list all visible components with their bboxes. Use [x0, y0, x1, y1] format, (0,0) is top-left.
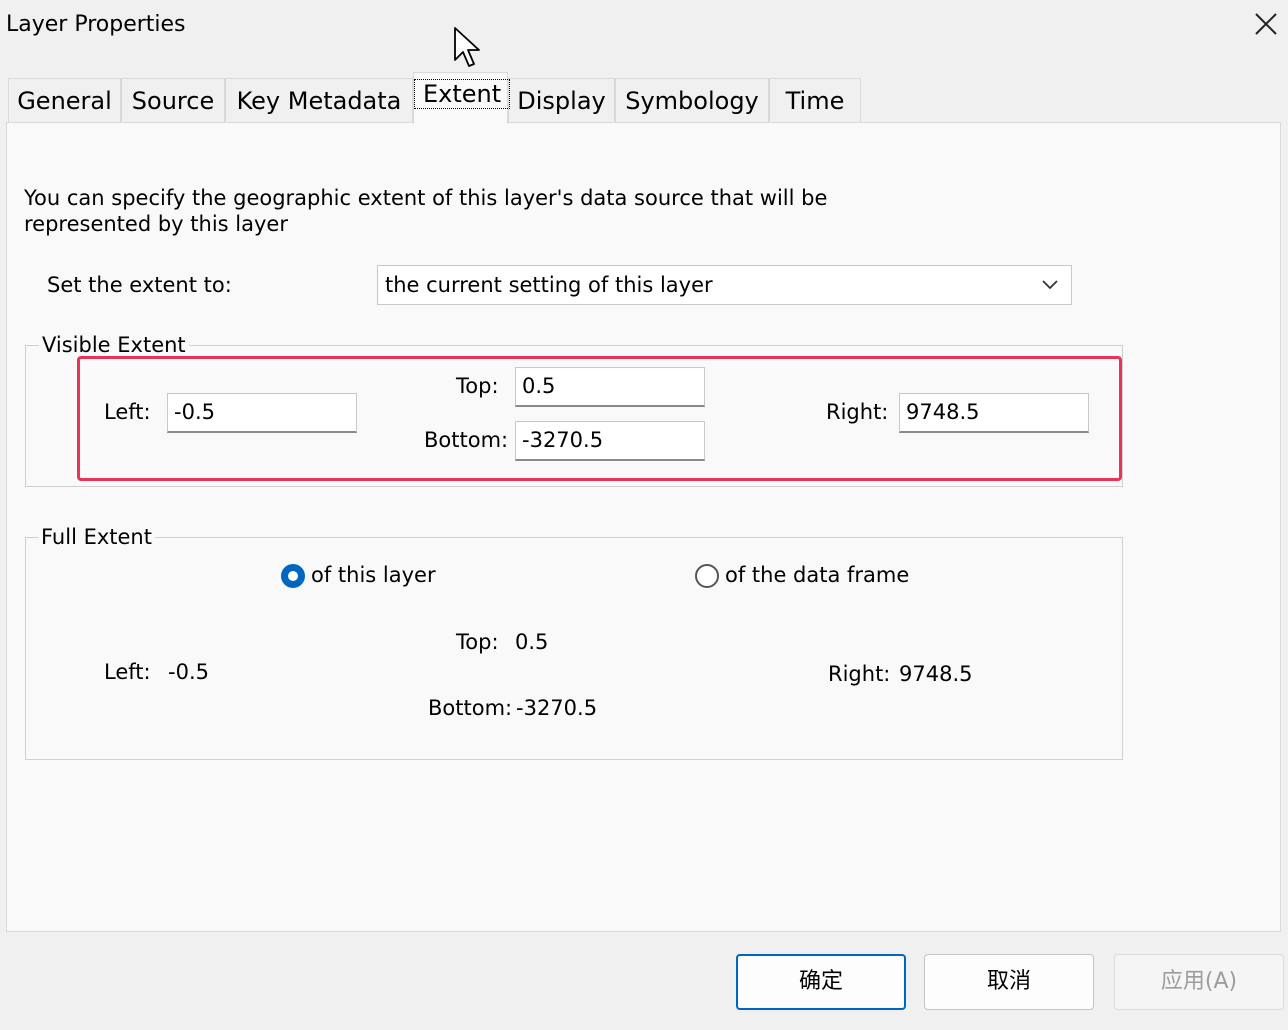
- tab-display[interactable]: Display: [508, 78, 615, 122]
- radio-of-data-frame[interactable]: [695, 564, 719, 588]
- set-extent-value: the current setting of this layer: [385, 273, 713, 297]
- tab-source[interactable]: Source: [121, 78, 225, 122]
- tab-symbology[interactable]: Symbology: [615, 78, 769, 122]
- close-button[interactable]: [1250, 8, 1282, 40]
- dialog-title: Layer Properties: [6, 12, 186, 37]
- close-icon: [1255, 13, 1277, 35]
- visible-bottom-label: Bottom:: [424, 428, 509, 452]
- full-bottom-value: -3270.5: [516, 696, 598, 720]
- visible-top-input[interactable]: 0.5: [515, 367, 705, 407]
- set-extent-dropdown[interactable]: the current setting of this layer: [377, 265, 1072, 305]
- visible-bottom-input[interactable]: -3270.5: [515, 421, 705, 461]
- apply-button[interactable]: 应用(A): [1114, 954, 1284, 1010]
- radio-of-this-layer-label[interactable]: of this layer: [311, 563, 436, 587]
- chevron-down-icon: [1042, 280, 1058, 290]
- radio-of-data-frame-label[interactable]: of the data frame: [725, 563, 909, 587]
- tab-general[interactable]: General: [8, 78, 121, 122]
- tab-time[interactable]: Time: [769, 78, 861, 122]
- set-extent-label: Set the extent to:: [47, 273, 232, 297]
- full-extent-title: Full Extent: [38, 525, 155, 549]
- layer-properties-dialog: Layer Properties General Source Key Meta…: [0, 0, 1288, 1030]
- ok-button[interactable]: 确定: [736, 954, 906, 1010]
- full-top-label: Top:: [456, 630, 499, 654]
- full-left-value: -0.5: [168, 660, 209, 684]
- visible-extent-title: Visible Extent: [39, 333, 189, 357]
- extent-panel: You can specify the geographic extent of…: [6, 122, 1281, 932]
- full-bottom-label: Bottom:: [428, 696, 513, 720]
- full-left-label: Left:: [104, 660, 151, 684]
- tab-extent[interactable]: Extent: [413, 72, 511, 124]
- full-top-value: 0.5: [515, 630, 549, 654]
- visible-left-label: Left:: [104, 400, 151, 424]
- full-right-label: Right:: [828, 662, 891, 686]
- full-extent-group: [25, 537, 1123, 760]
- tab-key-metadata[interactable]: Key Metadata: [225, 78, 413, 122]
- cancel-button[interactable]: 取消: [924, 954, 1094, 1010]
- visible-left-input[interactable]: -0.5: [167, 393, 357, 433]
- full-right-value: 9748.5: [899, 662, 973, 686]
- visible-top-label: Top:: [456, 374, 499, 398]
- visible-right-label: Right:: [826, 400, 889, 424]
- mouse-pointer-icon: [454, 27, 480, 67]
- visible-right-input[interactable]: 9748.5: [899, 393, 1089, 433]
- extent-description: You can specify the geographic extent of…: [24, 186, 828, 236]
- radio-of-this-layer[interactable]: [281, 564, 305, 588]
